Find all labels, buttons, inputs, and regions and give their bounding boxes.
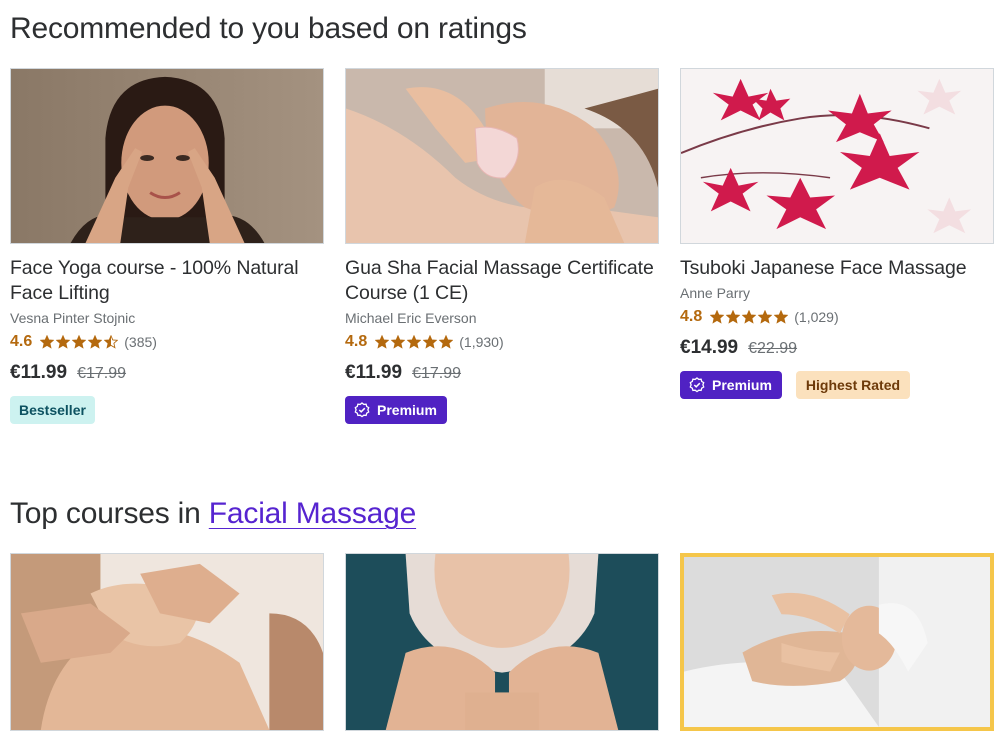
premium-check-icon <box>689 377 705 393</box>
star-icon <box>375 335 390 349</box>
star-icon <box>56 335 71 349</box>
star-icon <box>758 310 773 324</box>
course-card-face-yoga[interactable]: Face Yoga course - 100% Natural Face Lif… <box>10 68 324 424</box>
section-title-prefix: Top courses in <box>10 497 209 530</box>
instructor-name: Vesna Pinter Stojnic <box>10 310 136 326</box>
price-row: €11.99 €17.99 <box>345 362 659 384</box>
rating-row: 4.8 (1,029) <box>680 306 994 328</box>
star-rating <box>375 335 454 349</box>
star-icon <box>88 335 103 349</box>
category-link-facial-massage[interactable]: Facial Massage <box>209 497 416 530</box>
section-title-recommended: Recommended to you based on ratings <box>10 12 527 45</box>
review-count: (1,930) <box>459 334 504 350</box>
course-thumbnail[interactable] <box>680 553 994 731</box>
badge-list: Premium Highest Rated <box>680 371 994 399</box>
course-title[interactable]: Gua Sha Facial Massage Certificate Cours… <box>345 256 659 306</box>
course-thumbnail[interactable] <box>345 553 659 731</box>
course-card-row2-3[interactable] <box>680 553 994 731</box>
star-icon <box>710 310 725 324</box>
premium-label: Premium <box>377 402 437 418</box>
course-card-tsuboki[interactable]: Tsuboki Japanese Face Massage Anne Parry… <box>680 68 994 399</box>
star-icon <box>72 335 87 349</box>
current-price: €14.99 <box>680 337 739 358</box>
course-thumbnail[interactable] <box>680 68 994 244</box>
highest-rated-badge: Highest Rated <box>795 371 911 399</box>
course-card-row2-2[interactable] <box>345 553 659 731</box>
course-thumbnail[interactable] <box>345 68 659 244</box>
premium-label: Premium <box>712 377 772 393</box>
course-card-gua-sha[interactable]: Gua Sha Facial Massage Certificate Cours… <box>345 68 659 424</box>
premium-check-icon <box>354 402 370 418</box>
course-title[interactable]: Tsuboki Japanese Face Massage <box>680 256 994 281</box>
current-price: €11.99 <box>10 362 68 383</box>
instructor-name: Anne Parry <box>680 285 751 301</box>
course-card-row2-1[interactable] <box>10 553 324 731</box>
review-count: (385) <box>124 334 157 350</box>
section-title-top-courses: Top courses in Facial Massage <box>10 497 416 531</box>
rating-value: 4.8 <box>680 308 703 325</box>
price-row: €14.99 €22.99 <box>680 337 994 359</box>
star-rating <box>710 310 789 324</box>
star-icon <box>774 310 789 324</box>
rating-value: 4.6 <box>10 333 33 350</box>
course-thumbnail[interactable] <box>10 68 324 244</box>
instructor-name: Michael Eric Everson <box>345 310 477 326</box>
price-row: €11.99 €17.99 <box>10 362 324 384</box>
badge-list: Premium <box>345 396 659 424</box>
rating-row: 4.8 (1,930) <box>345 331 659 353</box>
original-price: €22.99 <box>748 340 798 357</box>
star-icon <box>423 335 438 349</box>
current-price: €11.99 <box>345 362 403 383</box>
course-thumbnail[interactable] <box>10 553 324 731</box>
bestseller-badge: Bestseller <box>10 396 95 424</box>
star-icon <box>726 310 741 324</box>
rating-row: 4.6 (385) <box>10 331 324 353</box>
rating-value: 4.8 <box>345 333 368 350</box>
premium-badge: Premium <box>680 371 782 399</box>
original-price: €17.99 <box>412 365 462 382</box>
star-icon <box>40 335 55 349</box>
star-icon <box>391 335 406 349</box>
badge-list: Bestseller <box>10 396 324 424</box>
premium-badge: Premium <box>345 396 447 424</box>
original-price: €17.99 <box>77 365 127 382</box>
course-title[interactable]: Face Yoga course - 100% Natural Face Lif… <box>10 256 324 306</box>
star-icon <box>742 310 757 324</box>
review-count: (1,029) <box>794 309 839 325</box>
star-icon <box>407 335 422 349</box>
star-icon <box>104 335 119 349</box>
star-icon <box>439 335 454 349</box>
star-rating <box>40 335 119 349</box>
